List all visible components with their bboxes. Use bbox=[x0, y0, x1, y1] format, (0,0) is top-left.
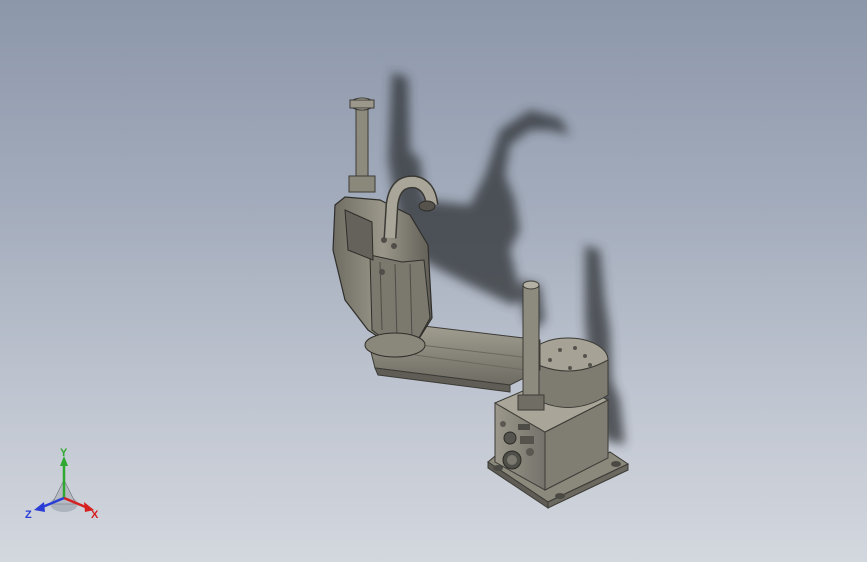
spline-shaft-left bbox=[348, 97, 376, 193]
arm1-joint bbox=[364, 332, 426, 358]
graphics-viewport[interactable]: Y X Z bbox=[0, 0, 867, 562]
z-axis-arrow bbox=[34, 502, 45, 512]
axis-triad: Y X Z bbox=[25, 447, 99, 521]
robot-model-view[interactable] bbox=[0, 0, 867, 562]
y-axis-label: Y bbox=[60, 447, 68, 459]
z-axis-label: Z bbox=[25, 509, 32, 521]
x-axis-label: X bbox=[91, 509, 99, 521]
